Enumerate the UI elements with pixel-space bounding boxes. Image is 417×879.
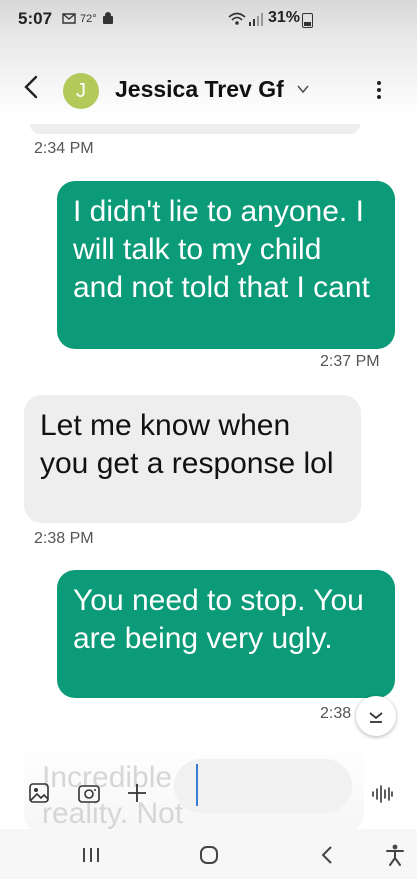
timestamp: 2:38 bbox=[320, 705, 352, 722]
message-bubble-outgoing[interactable]: You need to stop. You are being very ugl… bbox=[57, 570, 395, 698]
system-nav-bar bbox=[0, 829, 417, 879]
voice-waveform-icon[interactable] bbox=[370, 782, 394, 806]
timestamp: 2:38 PM bbox=[34, 530, 94, 547]
status-time: 5:07 bbox=[18, 9, 53, 28]
home-icon[interactable] bbox=[198, 844, 220, 866]
signal-icon bbox=[249, 13, 263, 26]
timestamp: 2:37 PM bbox=[320, 353, 380, 370]
wifi-icon bbox=[228, 12, 246, 25]
image-icon[interactable] bbox=[28, 782, 50, 804]
gmail-icon bbox=[62, 13, 76, 24]
previous-message-bubble bbox=[30, 124, 360, 134]
back-arrow-icon[interactable] bbox=[20, 73, 44, 101]
scroll-to-bottom-button[interactable] bbox=[356, 696, 396, 736]
battery-percent: 31% bbox=[268, 9, 301, 26]
conversation-header: J Jessica Trev Gf bbox=[0, 40, 417, 136]
avatar[interactable]: J bbox=[63, 73, 99, 109]
message-text: I didn't lie to anyone. I will talk to m… bbox=[73, 195, 370, 304]
message-bubble-outgoing[interactable]: I didn't lie to anyone. I will talk to m… bbox=[57, 181, 395, 349]
recent-apps-icon[interactable] bbox=[80, 845, 102, 865]
android-icon bbox=[102, 12, 113, 24]
back-icon[interactable] bbox=[318, 844, 336, 866]
camera-icon[interactable] bbox=[77, 782, 101, 804]
text-cursor bbox=[196, 764, 198, 806]
status-notifications: 72° bbox=[62, 12, 115, 25]
message-text: You need to stop. You are being very ugl… bbox=[73, 584, 364, 655]
timestamp: 2:34 PM bbox=[34, 140, 94, 157]
plus-icon[interactable] bbox=[126, 782, 148, 804]
status-temperature: 72° bbox=[80, 12, 97, 25]
chevron-down-icon[interactable] bbox=[296, 82, 310, 96]
message-text: Let me know when you get a response lol bbox=[40, 409, 334, 480]
more-options-icon[interactable] bbox=[372, 78, 386, 104]
message-bubble-incoming[interactable]: Let me know when you get a response lol bbox=[24, 395, 361, 523]
avatar-letter: J bbox=[76, 79, 86, 102]
battery-icon bbox=[302, 13, 313, 28]
accessibility-icon[interactable] bbox=[384, 843, 406, 867]
status-bar: 5:07 72° 31% bbox=[0, 0, 417, 40]
contact-name[interactable]: Jessica Trev Gf bbox=[115, 76, 284, 103]
message-input[interactable] bbox=[174, 759, 352, 813]
chevron-down-icon bbox=[369, 712, 383, 723]
